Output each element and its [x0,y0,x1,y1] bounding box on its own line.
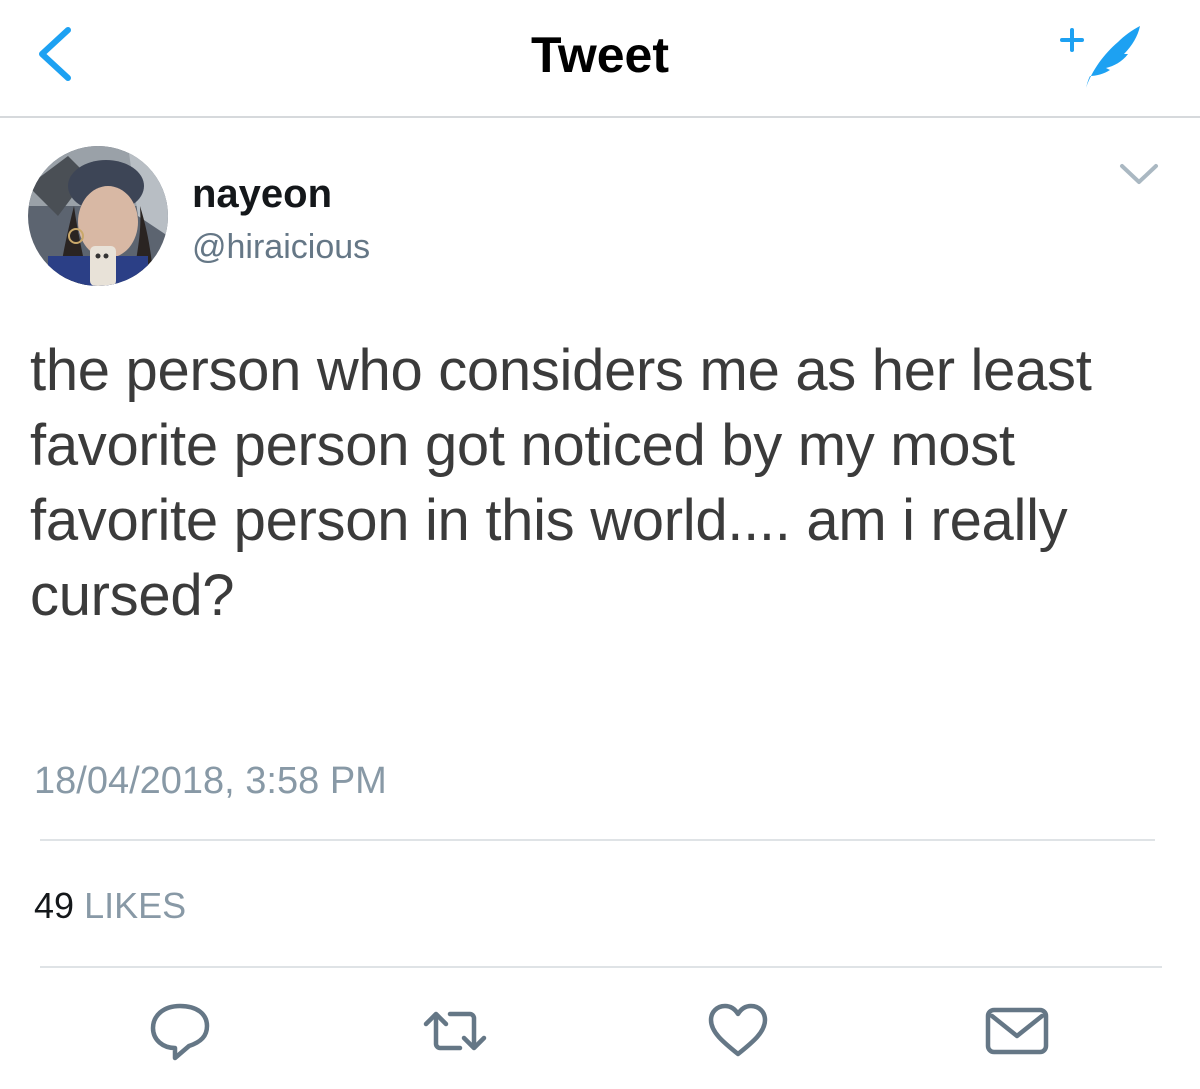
avatar[interactable] [28,146,168,286]
likes-count: 49 [34,885,75,926]
page-title: Tweet [531,27,669,83]
tweet-text: the person who considers me as her least… [30,338,1092,628]
compose-feather-icon [1060,26,1140,88]
reply-icon [150,1003,210,1061]
author-name[interactable]: nayeon [192,172,332,217]
tweet-timestamp: 18/04/2018, 3:58 PM [34,760,387,802]
chevron-down-icon [1120,164,1158,184]
likes-count-link[interactable]: 49 LIKES [34,885,186,927]
author-handle[interactable]: @hiraicious [192,228,370,267]
divider [40,966,1162,968]
heart-icon [708,1003,768,1057]
tweet-action-bar [0,996,1200,1066]
navigation-bar: Tweet [0,0,1200,118]
likes-label: LIKES [84,885,187,926]
direct-message-button[interactable] [982,996,1052,1066]
avatar-photo [28,146,168,286]
retweet-icon [423,1011,487,1051]
reply-button[interactable] [145,996,215,1066]
compose-tweet-button[interactable] [1052,14,1144,94]
divider [40,839,1155,841]
envelope-icon [985,1007,1049,1055]
retweet-button[interactable] [420,996,490,1066]
tweet-detail-screen: Tweet nayeon @hiraicious the person who … [0,0,1200,1089]
tweet-options-button[interactable] [1116,156,1162,192]
like-button[interactable] [703,996,773,1066]
